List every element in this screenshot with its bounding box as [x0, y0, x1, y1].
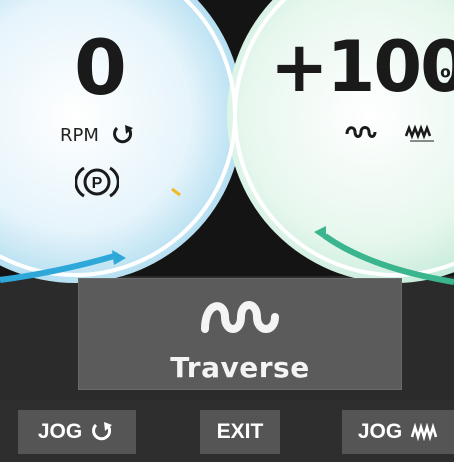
machine-display: 0 RPM P +100 % Traverse JOG EX: [0, 0, 454, 462]
jog-traverse-label: JOG: [357, 420, 403, 443]
svg-text:P: P: [92, 175, 103, 192]
speed-value: +100: [270, 26, 454, 108]
rotate-icon: [112, 125, 133, 144]
traverse-wave-icon: [345, 126, 377, 138]
parking-brake-icon: P: [75, 166, 119, 198]
jog-traverse-button[interactable]: JOG: [342, 410, 454, 454]
jog-zigzag-icon: [404, 124, 434, 142]
mode-panel: Traverse: [78, 278, 402, 390]
speed-unit: %: [440, 64, 454, 92]
exit-button[interactable]: EXIT: [200, 410, 280, 454]
mode-label: Traverse: [170, 351, 310, 384]
rotate-icon: [92, 422, 113, 441]
exit-label: EXIT: [216, 420, 264, 443]
jog-rotate-button[interactable]: JOG: [18, 410, 136, 454]
rpm-unit: RPM: [60, 124, 99, 146]
traverse-wave-icon: [201, 301, 279, 333]
rpm-value: 0: [74, 23, 127, 112]
jog-rotate-label: JOG: [37, 420, 83, 443]
rpm-label: RPM: [60, 124, 137, 146]
jog-zigzag-icon: [410, 423, 438, 441]
